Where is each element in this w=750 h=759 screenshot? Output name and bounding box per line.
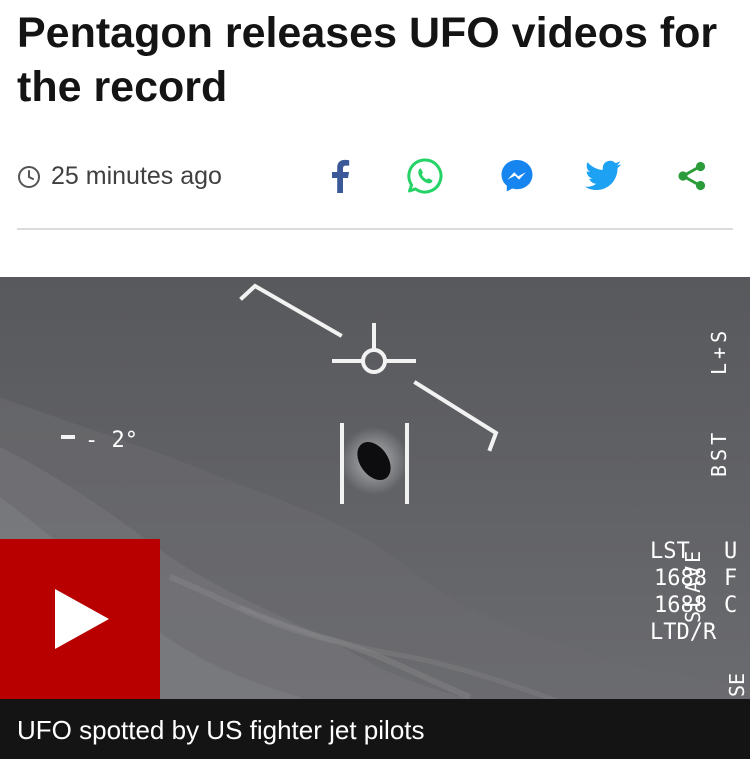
hud-ls: L+S — [707, 327, 731, 375]
facebook-icon[interactable] — [320, 156, 360, 196]
divider — [17, 228, 733, 230]
video-player[interactable]: - 2° SLAVE L+S BST LST 1688 1688 LTD/R U… — [0, 277, 750, 759]
hud-angle: - 2° — [85, 428, 138, 453]
video-caption: UFO spotted by US fighter jet pilots — [17, 715, 425, 745]
share-icon[interactable] — [672, 156, 712, 196]
play-icon — [55, 589, 109, 649]
article-headline: Pentagon releases UFO videos for the rec… — [17, 9, 718, 111]
play-button[interactable] — [0, 539, 160, 699]
article-meta: 25 minutes ago — [0, 150, 750, 202]
hud-val2: 1688 — [654, 593, 707, 618]
timestamp-text: 25 minutes ago — [51, 162, 222, 190]
clock-icon — [17, 165, 41, 189]
hud-ufc-u: U — [724, 539, 737, 564]
hud-val1: 1688 — [654, 566, 707, 591]
messenger-icon[interactable] — [497, 156, 537, 196]
timestamp: 25 minutes ago — [17, 162, 222, 191]
twitter-icon[interactable] — [584, 156, 624, 196]
whatsapp-icon[interactable] — [405, 156, 445, 196]
hud-bst: BST — [707, 429, 731, 477]
video-caption-bar: UFO spotted by US fighter jet pilots — [0, 699, 750, 759]
hud-edge: SE — [725, 673, 749, 697]
hud-ufc-c: C — [724, 593, 737, 618]
hud-ufc-f: F — [724, 566, 737, 591]
hud-ltd: LTD/R — [650, 620, 717, 645]
hud-lst: LST — [650, 539, 690, 564]
